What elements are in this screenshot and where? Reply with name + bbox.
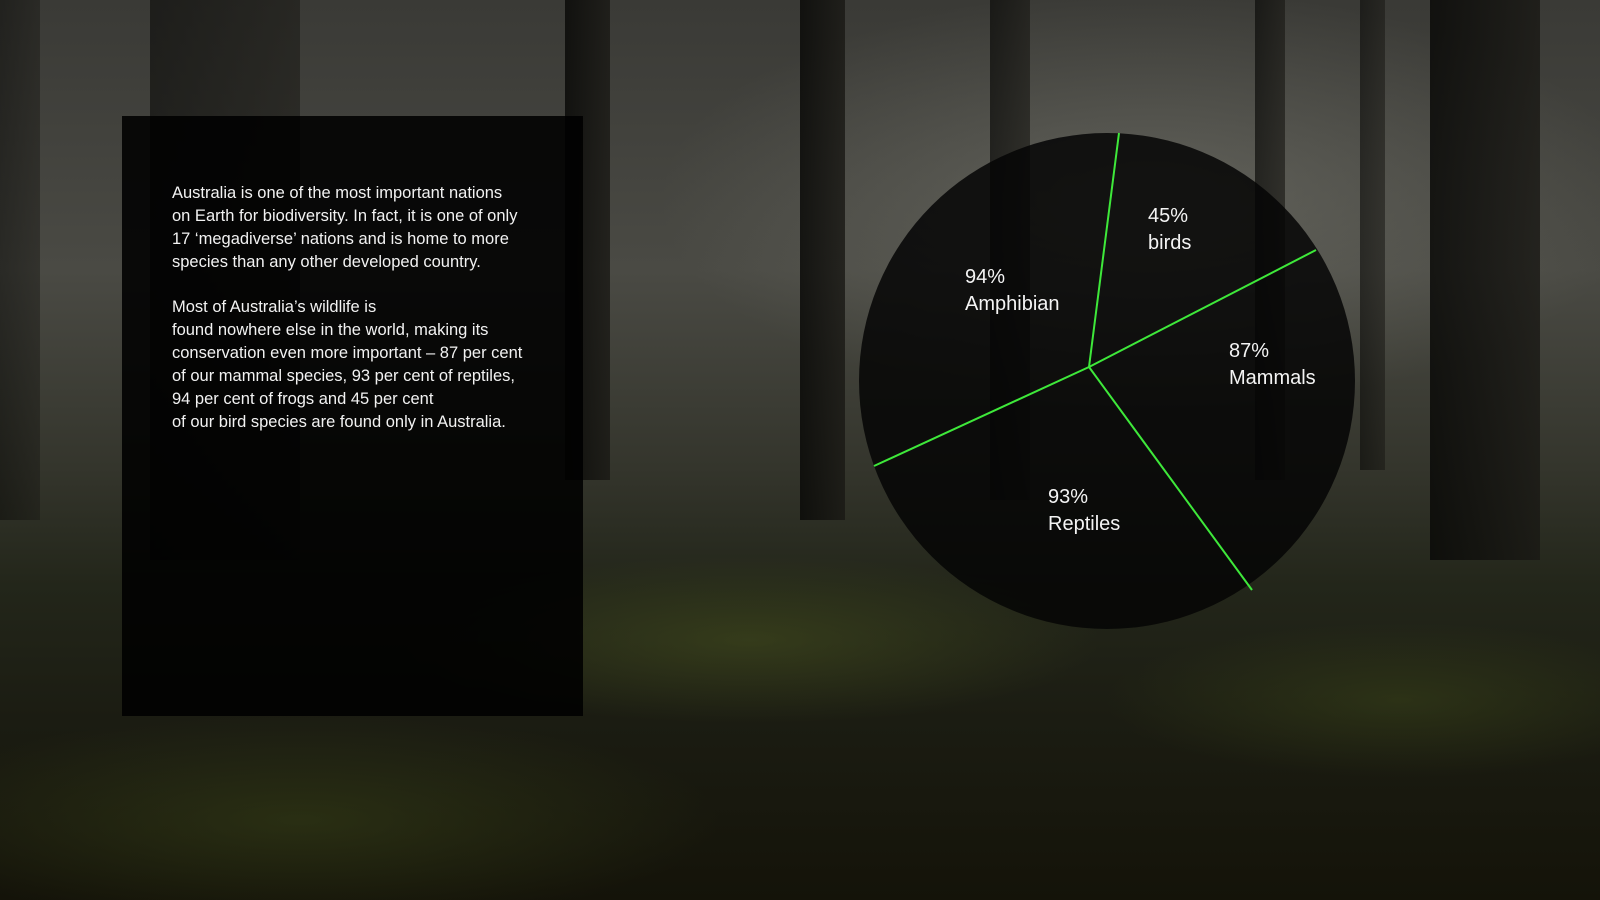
label-birds-name: birds xyxy=(1148,232,1191,254)
label-amphibian-name: Amphibian xyxy=(965,293,1060,315)
pie-chart: 45% birds 87% Mammals 93% Reptiles 94% A… xyxy=(859,132,1355,629)
label-mammals-name: Mammals xyxy=(1229,367,1316,389)
label-amphibian-value: 94% xyxy=(965,266,1005,288)
label-reptiles-name: Reptiles xyxy=(1048,513,1120,535)
label-birds-value: 45% xyxy=(1148,205,1188,227)
label-mammals-value: 87% xyxy=(1229,340,1269,362)
label-reptiles-value: 93% xyxy=(1048,486,1088,508)
